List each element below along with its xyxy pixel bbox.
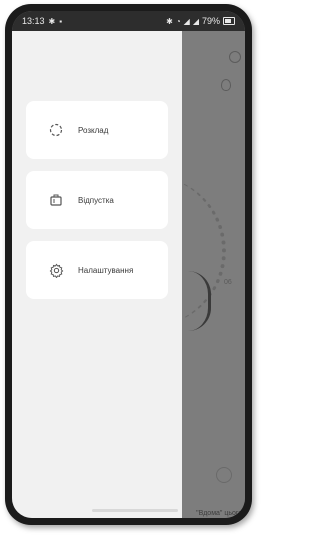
dial-value: 06 (224, 279, 232, 286)
menu-item-schedule[interactable]: Розклад (26, 101, 168, 159)
status-bar: 13:13 ✱ ▪ ✱ ◔ ◢ ◢ 79% (12, 11, 245, 31)
phone-frame: 13:13 ✱ ▪ ✱ ◔ ◢ ◢ 79% 06 "Вдома" цього д… (5, 4, 252, 525)
navigation-drawer: Розклад Відпустка Налаштування (12, 31, 182, 518)
home-indicator[interactable] (92, 509, 178, 512)
screen: 13:13 ✱ ▪ ✱ ◔ ◢ ◢ 79% 06 "Вдома" цього д… (12, 11, 245, 518)
status-left: 13:13 ✱ ▪ (22, 16, 62, 26)
schedule-icon (48, 122, 64, 138)
menu-item-label: Відпустка (78, 195, 114, 205)
menu-item-label: Налаштування (78, 265, 134, 275)
menu-item-vacation[interactable]: Відпустка (26, 171, 168, 229)
gear-icon (48, 262, 64, 278)
signal-icon: ◢ (192, 16, 199, 26)
battery-percent: 79% (201, 16, 220, 26)
menu-item-settings[interactable]: Налаштування (26, 241, 168, 299)
flame-icon (221, 79, 231, 91)
home-icon[interactable] (216, 467, 232, 483)
menu-item-label: Розклад (78, 125, 109, 135)
battery-icon (223, 17, 235, 25)
status-time: 13:13 (22, 16, 45, 26)
notification-icon: ✱ (48, 16, 56, 26)
gear-icon[interactable] (229, 51, 241, 63)
bluetooth-icon: ✱ (166, 16, 173, 26)
image-icon: ▪ (59, 16, 63, 26)
status-right: ✱ ◔ ◢ ◢ 79% (166, 16, 235, 26)
wifi-icon: ◔ (175, 16, 181, 26)
signal-icon: ◢ (183, 16, 190, 26)
home-mode-caption: "Вдома" цього дня (196, 510, 245, 517)
vacation-icon (48, 192, 64, 208)
